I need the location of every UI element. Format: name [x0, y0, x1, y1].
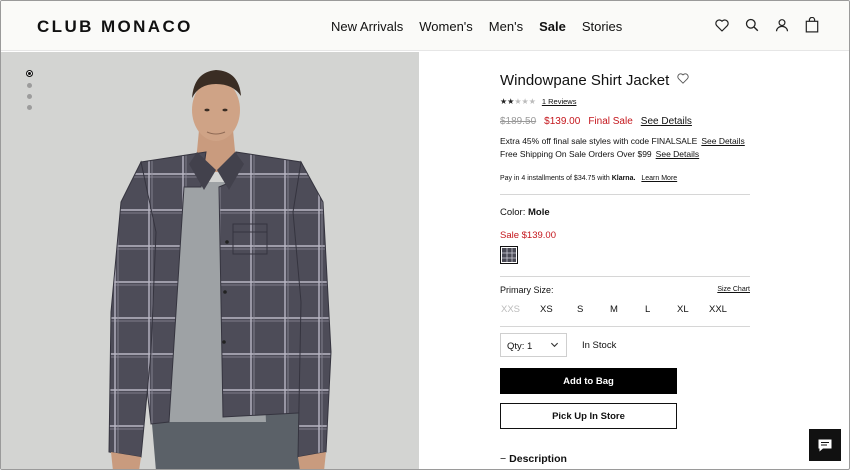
gallery-dots [26, 70, 33, 110]
size-xxs[interactable]: XXS [501, 304, 520, 315]
size-l[interactable]: L [645, 304, 650, 315]
page-frame: CLUB MONACO New Arrivals Women's Men's S… [0, 0, 850, 470]
add-to-bag-button[interactable]: Add to Bag [500, 368, 677, 394]
bag-icon[interactable] [803, 14, 821, 36]
price-row: $189.50 $139.00 Final Sale See Details [500, 116, 692, 127]
size-chart-link[interactable]: Size Chart [717, 286, 750, 293]
description-label: Description [509, 453, 567, 465]
search-icon[interactable] [743, 14, 761, 36]
nav-sale[interactable]: Sale [539, 19, 566, 34]
model-photo [1, 52, 419, 469]
divider [500, 194, 750, 195]
color-value: Mole [527, 207, 550, 218]
promo-text-1: Extra 45% off final sale styles with cod… [500, 136, 698, 146]
chat-button[interactable] [809, 429, 841, 461]
size-header: Primary Size: Size Chart [500, 285, 750, 295]
gallery-dot-2[interactable] [27, 83, 32, 88]
rating-row: ★★★★★ 1 Reviews [500, 97, 576, 106]
minus-icon: − [500, 453, 507, 465]
divider [500, 326, 750, 327]
promo-text-2: Free Shipping On Sale Orders Over $99 [500, 149, 652, 159]
gallery-dot-3[interactable] [27, 94, 32, 99]
pick-up-in-store-button[interactable]: Pick Up In Store [500, 403, 677, 429]
product-title-row: Windowpane Shirt Jacket [500, 71, 689, 89]
star-rating: ★★★★★ [500, 97, 536, 106]
klarna-row: Pay in 4 installments of $34.75 with Kla… [500, 175, 677, 182]
quantity-select[interactable]: Qty: 1 [500, 333, 567, 357]
reviews-link[interactable]: 1 Reviews [542, 97, 577, 106]
header-icons [713, 14, 821, 36]
product-title: Windowpane Shirt Jacket [500, 71, 670, 89]
see-details-link[interactable]: See Details [641, 116, 692, 127]
nav-new-arrivals[interactable]: New Arrivals [331, 19, 403, 34]
gallery-dot-1[interactable] [26, 70, 33, 77]
size-label: Primary Size: [500, 285, 554, 295]
divider [500, 276, 750, 277]
size-m[interactable]: M [610, 304, 618, 315]
product-image[interactable] [1, 52, 419, 469]
size-s[interactable]: S [577, 304, 583, 315]
brand-logo[interactable]: CLUB MONACO [37, 17, 193, 37]
nav-womens[interactable]: Women's [419, 19, 473, 34]
klarna-logo: Klarna. [611, 175, 636, 182]
nav-stories[interactable]: Stories [582, 19, 622, 34]
heart-icon[interactable] [713, 14, 731, 36]
klarna-text: Pay in 4 installments of $34.75 with [500, 175, 610, 182]
chat-icon [818, 439, 832, 451]
stock-status: In Stock [582, 340, 617, 351]
color-swatch-mole[interactable] [500, 246, 518, 264]
quantity-value: Qty: 1 [507, 341, 533, 352]
klarna-learn-more[interactable]: Learn More [641, 175, 677, 182]
final-sale-label: Final Sale [588, 116, 633, 127]
wishlist-heart-icon[interactable] [677, 71, 689, 89]
account-icon[interactable] [773, 14, 791, 36]
gallery-dot-4[interactable] [27, 105, 32, 110]
size-xs[interactable]: XS [540, 304, 553, 315]
nav-mens[interactable]: Men's [489, 19, 523, 34]
promo-see-details-1[interactable]: See Details [701, 136, 744, 146]
size-xl[interactable]: XL [677, 304, 689, 315]
site-header: CLUB MONACO New Arrivals Women's Men's S… [1, 1, 849, 51]
promo-line-1: Extra 45% off final sale styles with cod… [500, 136, 745, 146]
size-xxl[interactable]: XXL [709, 304, 727, 315]
description-toggle[interactable]: − Description [500, 453, 567, 465]
size-options: XXS XS S M L XL XXL [500, 304, 750, 318]
original-price: $189.50 [500, 116, 537, 127]
promo-see-details-2[interactable]: See Details [656, 149, 699, 159]
promo-line-2: Free Shipping On Sale Orders Over $99 See… [500, 149, 699, 159]
main-nav: New Arrivals Women's Men's Sale Stories [331, 19, 638, 34]
sale-price: $139.00 [544, 116, 581, 127]
color-label: Color: [500, 207, 526, 218]
swatch-sale-price: Sale $139.00 [500, 230, 556, 241]
color-row: Color: Mole [500, 207, 550, 218]
chevron-down-icon [550, 340, 559, 352]
